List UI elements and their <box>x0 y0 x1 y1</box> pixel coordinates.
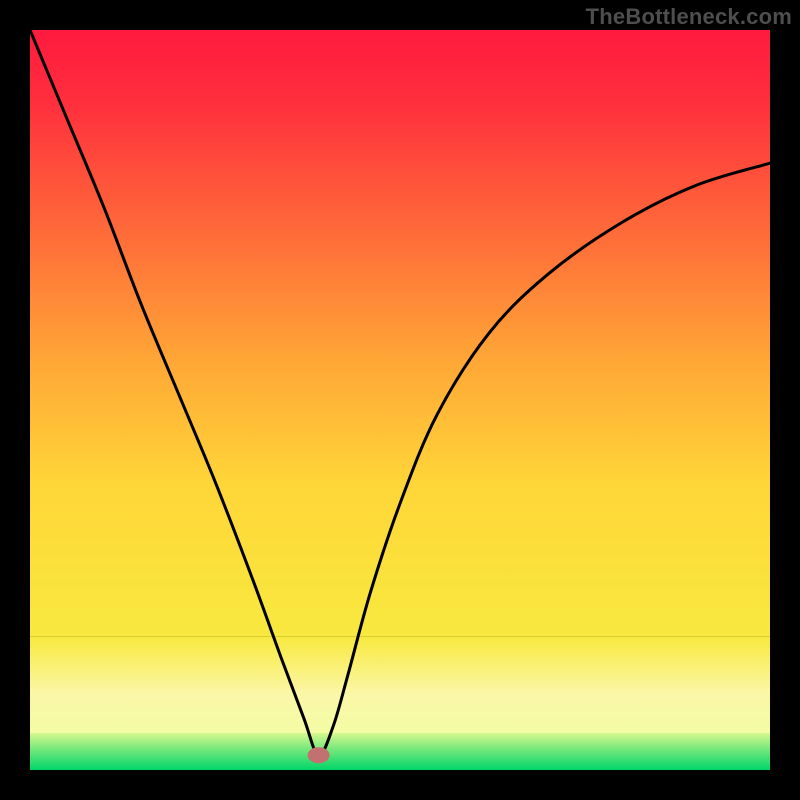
plot-area <box>30 30 770 770</box>
watermark-label: TheBottleneck.com <box>586 4 792 30</box>
plot-svg <box>30 30 770 770</box>
optimal-marker <box>308 747 330 763</box>
chart-frame: TheBottleneck.com <box>0 0 800 800</box>
